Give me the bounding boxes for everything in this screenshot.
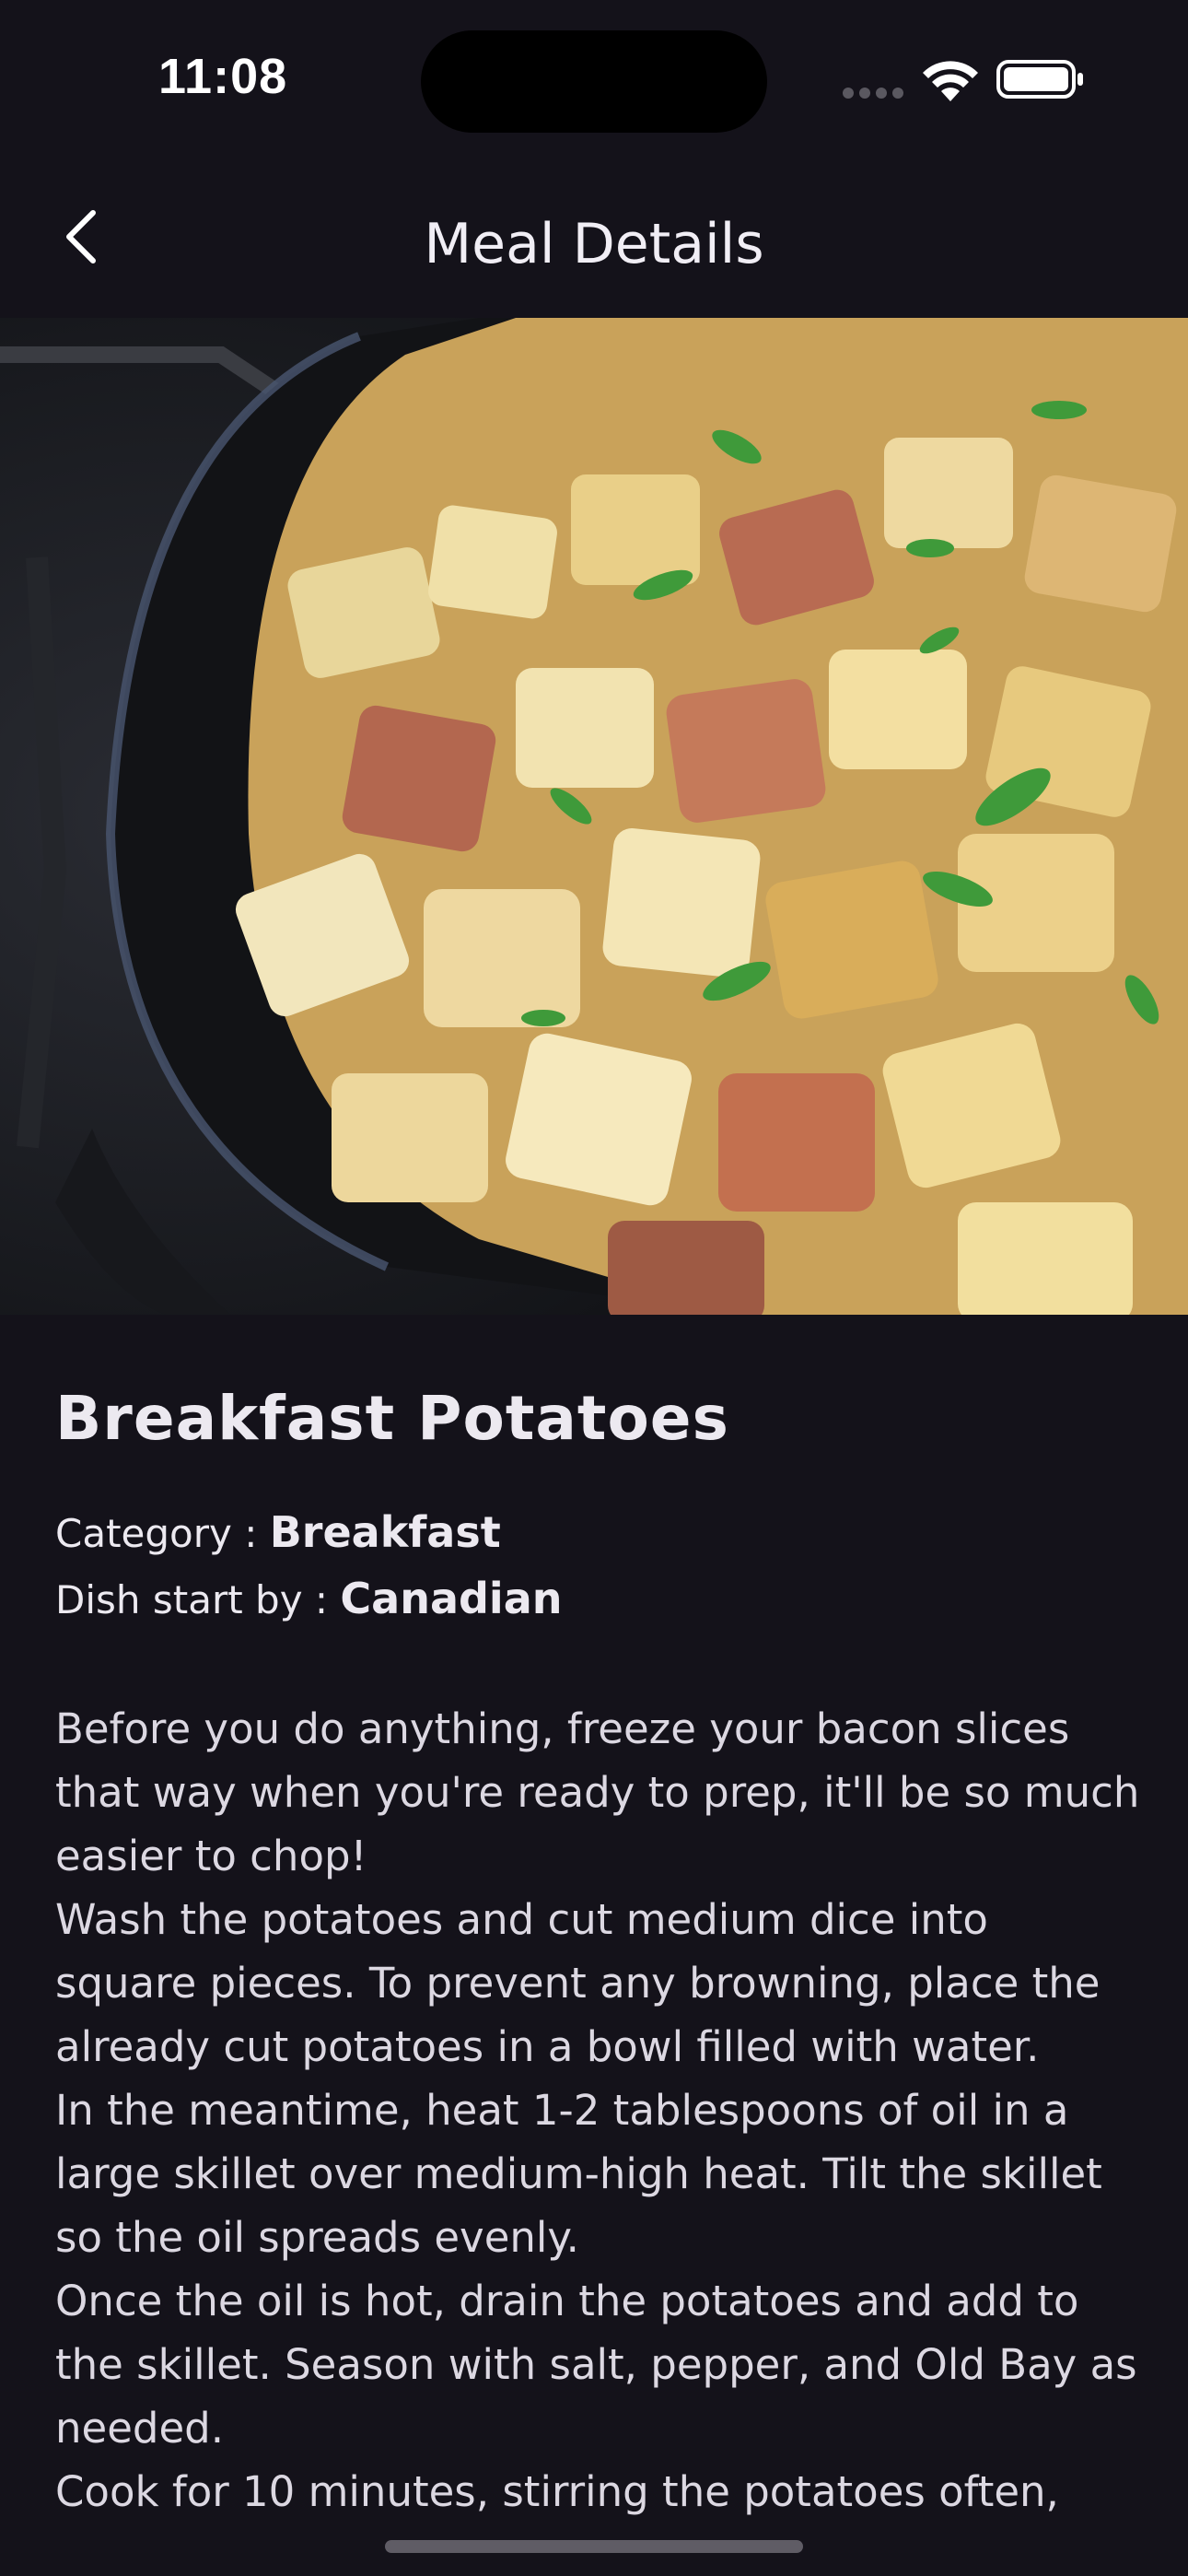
- navigation-bar: Meal Details: [0, 157, 1188, 318]
- meal-title: Breakfast Potatoes: [55, 1383, 729, 1454]
- category-row: Category : Breakfast: [55, 1500, 1133, 1566]
- origin-label: Dish start by :: [55, 1577, 341, 1622]
- category-label: Category :: [55, 1511, 270, 1556]
- battery-icon: [996, 60, 1083, 99]
- meal-details-screen: 11:08 Meal Details Breakfast Potatoes Ca…: [0, 0, 1188, 2576]
- origin-value: Canadian: [340, 1574, 563, 1623]
- page-title: Meal Details: [424, 212, 764, 276]
- wifi-icon: [923, 61, 978, 101]
- dynamic-island: [421, 30, 767, 133]
- status-bar: 11:08: [0, 0, 1188, 157]
- status-time: 11:08: [158, 49, 288, 104]
- meal-instructions: Before you do anything, freeze your baco…: [55, 1704, 1140, 2516]
- meal-content: Breakfast Potatoes Category : Breakfast …: [0, 1315, 1188, 2523]
- cellular-signal-icon: [843, 88, 903, 99]
- home-indicator[interactable]: [385, 2540, 803, 2553]
- origin-row: Dish start by : Canadian: [55, 1566, 1133, 1633]
- category-value: Breakfast: [269, 1507, 501, 1557]
- meal-meta: Category : Breakfast Dish start by : Can…: [55, 1500, 1133, 1633]
- meal-image: [0, 318, 1188, 1315]
